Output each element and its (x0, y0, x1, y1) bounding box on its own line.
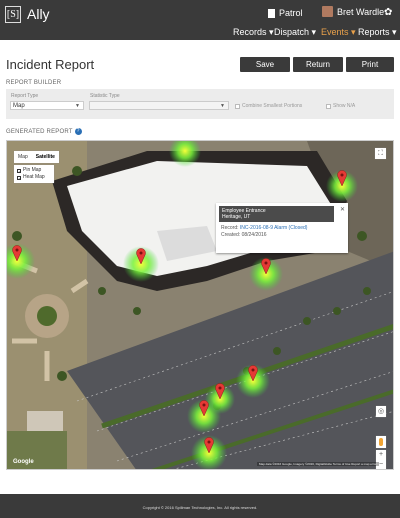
popup-header: Employee Entrance Heritage, UT (219, 206, 334, 222)
google-logo: Google (13, 459, 34, 465)
page-title: Incident Report (6, 57, 95, 72)
user-name: Bret Wardle (337, 6, 385, 17)
check-icon: ✓ (17, 168, 22, 174)
report-builder-label: REPORT BUILDER (6, 80, 62, 86)
statistic-type-select[interactable]: ▼ (89, 101, 229, 110)
nav-records[interactable]: Records ▾ (233, 27, 274, 38)
chevron-down-icon: ▼ (220, 103, 225, 109)
generated-report-label: GENERATED REPORT? (6, 128, 82, 135)
popup-subtitle: Heritage, UT (222, 214, 251, 220)
avatar (322, 6, 333, 17)
map-type-satellite[interactable]: Satellite (32, 151, 59, 163)
main-nav: Records ▾ Dispatch ▾ Events ▾ Reports ▾ (0, 27, 400, 40)
app-name: Ally (27, 6, 50, 22)
help-icon[interactable]: ? (74, 128, 82, 135)
popup-body: Record: INC-2016-08-9 Alarm (Closed) Cre… (221, 225, 307, 239)
pin-map-label: Pin Map (23, 167, 42, 173)
patrol-label: Patrol (279, 8, 303, 18)
footer: Copyright © 2016 Spillman Technologies, … (0, 494, 400, 518)
return-button[interactable]: Return (293, 57, 343, 72)
heat-map-toggle[interactable]: ✓ Heat Map (17, 174, 51, 181)
nav-reports[interactable]: Reports ▾ (358, 27, 397, 38)
street-view-pegman-icon[interactable] (376, 436, 386, 448)
report-type-select[interactable]: Map ▼ (10, 101, 84, 110)
user-menu[interactable]: Bret Wardle (322, 6, 384, 17)
copyright-text: Copyright © 2016 Spillman Technologies, … (142, 505, 258, 510)
heat-layer (7, 141, 358, 469)
show-na-checkbox[interactable]: Show N/A (326, 103, 355, 109)
check-icon: ✓ (17, 175, 22, 181)
nav-dispatch[interactable]: Dispatch ▾ (274, 27, 316, 38)
popup-record-label: Record: (221, 225, 239, 231)
map-container[interactable]: Map Satellite ✓ Pin Map ✓ Heat Map ⛶ Emplo… (6, 140, 394, 470)
patrol-link[interactable]: Patrol (268, 8, 303, 18)
report-builder-panel: Report Type Map ▼ Statistic Type ▼ Combi… (6, 89, 394, 119)
map-attribution: Map data ©2016 Google, Imagery ©2016, Di… (257, 462, 379, 466)
pin-map-toggle[interactable]: ✓ Pin Map (17, 167, 51, 174)
save-button[interactable]: Save (240, 57, 290, 72)
layer-toggles: ✓ Pin Map ✓ Heat Map (14, 165, 54, 183)
print-button[interactable]: Print (346, 57, 394, 72)
gear-icon[interactable]: ✿ (384, 7, 392, 18)
close-icon[interactable]: ✕ (340, 206, 345, 213)
show-na-label: Show N/A (333, 103, 356, 109)
info-popup: Employee Entrance Heritage, UT ✕ Record:… (216, 203, 348, 253)
popup-created: Created: 08/24/2016 (221, 232, 267, 238)
popup-record-link[interactable]: INC-2016-08-9 Alarm (Closed) (240, 225, 308, 231)
nav-events[interactable]: Events ▾ (321, 27, 356, 38)
heat-map-label: Heat Map (23, 174, 45, 180)
combine-label: Combine Smallest Portions (242, 103, 303, 109)
fullscreen-icon[interactable]: ⛶ (375, 148, 386, 159)
patrol-icon (268, 8, 275, 18)
map-type-control: Map Satellite (14, 151, 59, 163)
statistic-type-label: Statistic Type (90, 93, 120, 99)
map-type-map[interactable]: Map (14, 151, 32, 163)
top-bar: [S] Ally Patrol Bret Wardle ✿ Records ▾ … (0, 0, 400, 40)
heat-spot (169, 141, 201, 167)
report-type-value: Map (13, 103, 25, 109)
generated-report-text: GENERATED REPORT (6, 129, 73, 136)
checkbox-icon (326, 103, 331, 109)
zoom-control[interactable]: + − (376, 450, 386, 469)
chevron-down-icon: ▼ (75, 103, 80, 109)
app-logo[interactable]: [S] (5, 6, 21, 23)
combine-checkbox[interactable]: Combine Smallest Portions (235, 103, 302, 109)
report-type-label: Report Type (11, 93, 39, 99)
locate-icon[interactable]: ◎ (376, 406, 386, 417)
checkbox-icon (235, 103, 240, 109)
